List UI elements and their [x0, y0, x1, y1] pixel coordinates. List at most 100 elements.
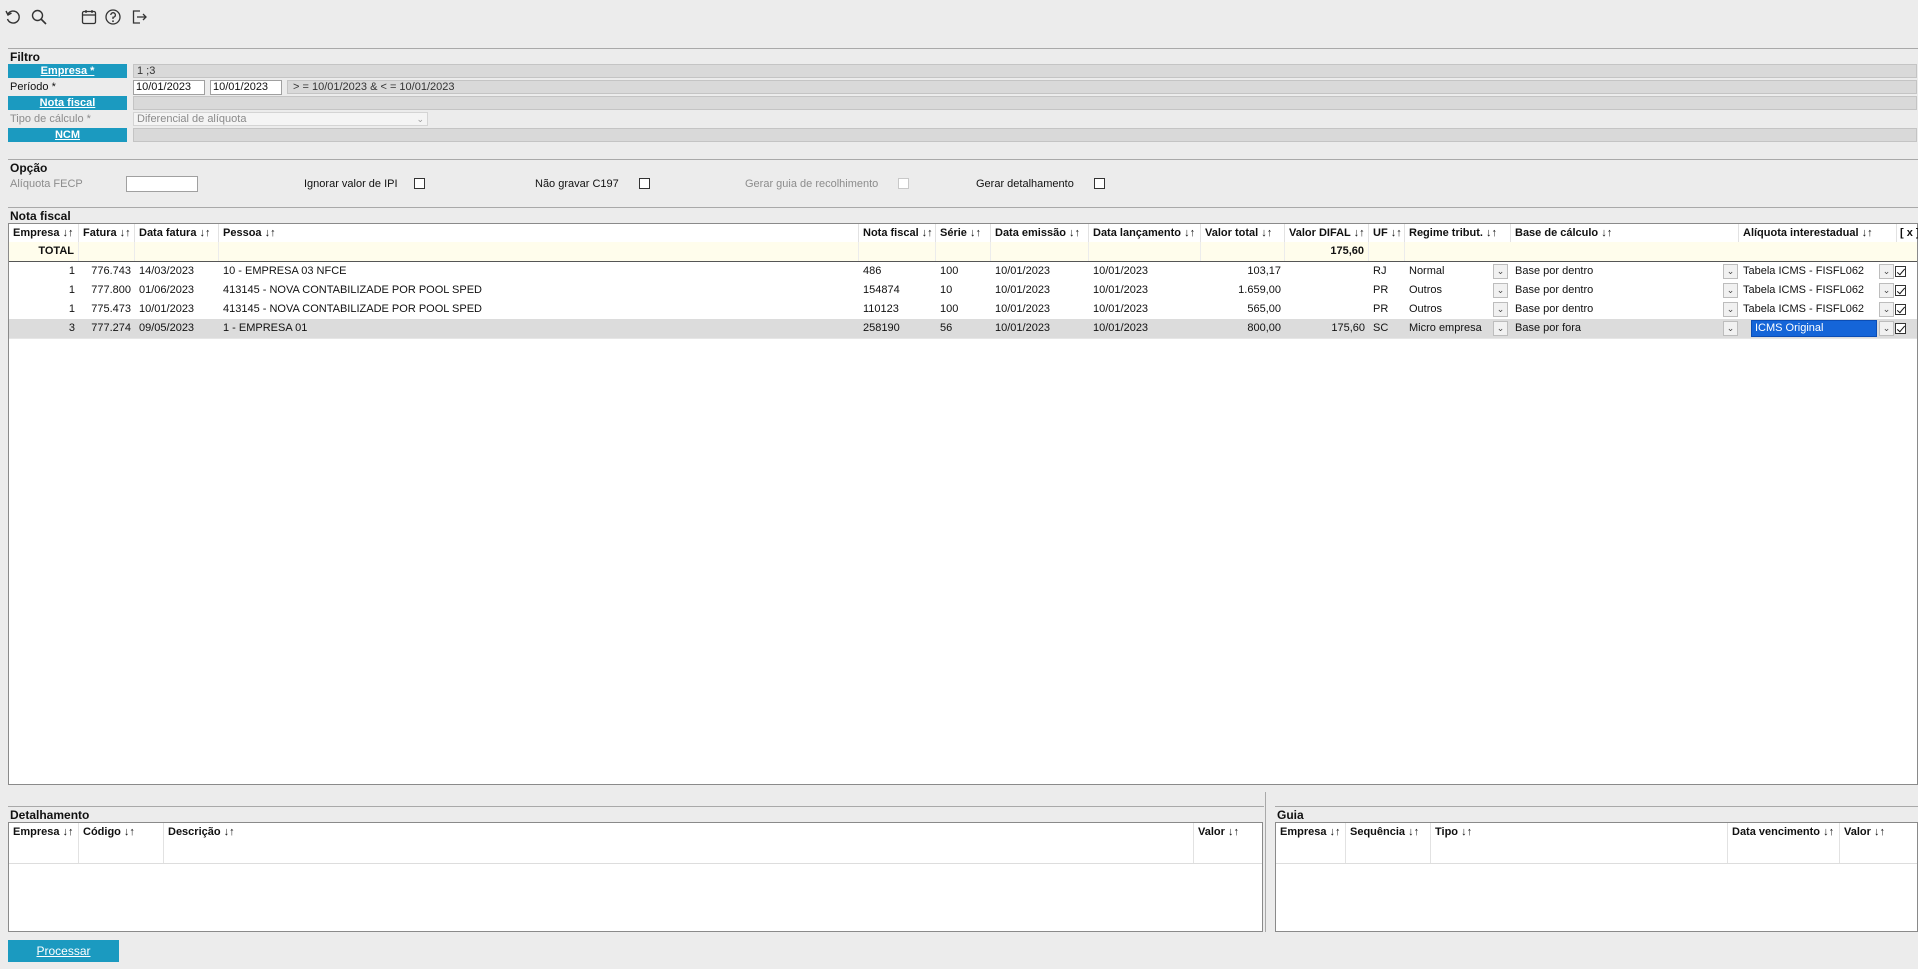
- cell-base[interactable]: Base por dentro: [1511, 262, 1723, 281]
- cell-valor-total: 1.659,00: [1238, 284, 1281, 296]
- cell-nota: 154874: [863, 284, 900, 296]
- cell-aliquota[interactable]: Tabela ICMS - FISFL062: [1739, 262, 1879, 281]
- cell-valor-total: 800,00: [1247, 322, 1281, 334]
- cell-aliquota-focused[interactable]: ICMS Original: [1751, 320, 1877, 337]
- ncm-label-button[interactable]: NCM: [8, 128, 127, 142]
- gerar-guia-checkbox: [898, 178, 909, 189]
- col-codigo[interactable]: Código ↓↑: [79, 823, 164, 863]
- cell-regime[interactable]: Micro empresa: [1405, 319, 1493, 338]
- col-aliquota[interactable]: Alíquota interestadual ↓↑: [1739, 224, 1897, 242]
- col-tipo[interactable]: Tipo ↓↑: [1431, 823, 1728, 863]
- col-valor[interactable]: Valor ↓↑: [1840, 823, 1917, 863]
- periodo-to-input[interactable]: 10/01/2023: [210, 80, 282, 95]
- col-valor[interactable]: Valor ↓↑: [1194, 823, 1262, 863]
- col-uf[interactable]: UF ↓↑: [1369, 224, 1405, 242]
- col-empresa[interactable]: Empresa ↓↑: [9, 224, 79, 242]
- cell-valor-total: 565,00: [1247, 303, 1281, 315]
- cell-uf: PR: [1373, 303, 1389, 315]
- chevron-down-icon[interactable]: ⌄: [1493, 302, 1508, 317]
- cell-lancamento: 10/01/2023: [1093, 322, 1149, 334]
- nao-gravar-c197-label: Não gravar C197: [535, 178, 619, 190]
- col-serie[interactable]: Série ↓↑: [936, 224, 991, 242]
- col-valor-total[interactable]: Valor total ↓↑: [1201, 224, 1285, 242]
- col-sequencia[interactable]: Sequência ↓↑: [1346, 823, 1431, 863]
- cell-lancamento: 10/01/2023: [1093, 284, 1149, 296]
- col-pessoa[interactable]: Pessoa ↓↑: [219, 224, 859, 242]
- col-descricao[interactable]: Descrição ↓↑: [164, 823, 1194, 863]
- col-empresa[interactable]: Empresa ↓↑: [9, 823, 79, 863]
- opcao-title: Opção: [10, 161, 48, 175]
- periodo-from-input[interactable]: 10/01/2023: [133, 80, 205, 95]
- row-checkbox[interactable]: [1895, 285, 1906, 296]
- filtro-divider: [8, 48, 1918, 49]
- calendar-icon[interactable]: [80, 8, 98, 26]
- cell-empresa: 3: [68, 322, 75, 334]
- logout-icon[interactable]: [130, 8, 148, 26]
- chevron-down-icon[interactable]: ⌄: [1723, 321, 1738, 336]
- filtro-title: Filtro: [10, 50, 40, 64]
- chevron-down-icon[interactable]: ⌄: [1493, 283, 1508, 298]
- cell-regime[interactable]: Outros: [1405, 300, 1493, 319]
- nota-fiscal-grid: Empresa ↓↑ Fatura ↓↑ Data fatura ↓↑ Pess…: [8, 223, 1918, 785]
- col-empresa[interactable]: Empresa ↓↑: [1276, 823, 1346, 863]
- cell-base[interactable]: Base por dentro: [1511, 300, 1723, 319]
- chevron-down-icon[interactable]: ⌄: [1493, 321, 1508, 336]
- chevron-down-icon[interactable]: ⌄: [1723, 283, 1738, 298]
- processar-button[interactable]: Processar: [8, 940, 119, 962]
- help-icon[interactable]: [104, 8, 122, 26]
- cell-data-fatura: 01/06/2023: [139, 284, 195, 296]
- cell-pessoa: 413145 - NOVA CONTABILIZADE POR POOL SPE…: [223, 284, 482, 296]
- chevron-down-icon: ⌄: [416, 114, 424, 124]
- chevron-down-icon[interactable]: ⌄: [1723, 264, 1738, 279]
- row-checkbox[interactable]: [1895, 266, 1906, 277]
- refresh-icon[interactable]: [4, 8, 22, 26]
- col-select-all[interactable]: [ x ]: [1897, 224, 1918, 242]
- chevron-down-icon[interactable]: ⌄: [1723, 302, 1738, 317]
- col-nota-fiscal[interactable]: Nota fiscal ↓↑: [859, 224, 936, 242]
- row-checkbox[interactable]: [1895, 323, 1906, 334]
- search-icon[interactable]: [30, 8, 48, 26]
- nota-fiscal-label-button[interactable]: Nota fiscal: [8, 96, 127, 110]
- col-regime[interactable]: Regime tribut. ↓↑: [1405, 224, 1511, 242]
- ignorar-ipi-checkbox[interactable]: [414, 178, 425, 189]
- col-data-vencimento[interactable]: Data vencimento ↓↑: [1728, 823, 1840, 863]
- cell-aliquota[interactable]: Tabela ICMS - FISFL062: [1739, 281, 1879, 300]
- cell-regime[interactable]: Normal: [1405, 262, 1493, 281]
- chevron-down-icon[interactable]: ⌄: [1493, 264, 1508, 279]
- panel-splitter[interactable]: [1265, 792, 1266, 932]
- chevron-down-icon[interactable]: ⌄: [1879, 321, 1894, 336]
- col-base-calculo[interactable]: Base de cálculo ↓↑: [1511, 224, 1739, 242]
- row-checkbox[interactable]: [1895, 304, 1906, 315]
- chevron-down-icon[interactable]: ⌄: [1879, 283, 1894, 298]
- col-valor-difal[interactable]: Valor DIFAL ↓↑: [1285, 224, 1369, 242]
- empresa-label-button[interactable]: Empresa *: [8, 64, 127, 78]
- cell-base[interactable]: Base por fora: [1511, 319, 1723, 338]
- cell-serie: 10: [940, 284, 953, 296]
- col-fatura[interactable]: Fatura ↓↑: [79, 224, 135, 242]
- guia-title: Guia: [1277, 808, 1304, 822]
- guia-header: Empresa ↓↑ Sequência ↓↑ Tipo ↓↑ Data ven…: [1276, 823, 1917, 864]
- col-data-fatura[interactable]: Data fatura ↓↑: [135, 224, 219, 242]
- tipo-calculo-label: Tipo de cálculo *: [10, 113, 91, 125]
- cell-pessoa: 413145 - NOVA CONTABILIZADE POR POOL SPE…: [223, 303, 482, 315]
- periodo-expression: > = 10/01/2023 & < = 10/01/2023: [287, 80, 1917, 94]
- chevron-down-icon[interactable]: ⌄: [1879, 302, 1894, 317]
- toolbar: [0, 0, 1918, 34]
- empresa-field[interactable]: 1 ;3: [133, 64, 1917, 78]
- gerar-detalhamento-checkbox[interactable]: [1094, 178, 1105, 189]
- cell-regime[interactable]: Outros: [1405, 281, 1493, 300]
- table-row[interactable]: 1 775.473 10/01/2023 413145 - NOVA CONTA…: [9, 300, 1917, 320]
- col-data-emissao[interactable]: Data emissão ↓↑: [991, 224, 1089, 242]
- nota-fiscal-field[interactable]: [133, 96, 1917, 110]
- table-row-selected[interactable]: 3 777.274 09/05/2023 1 - EMPRESA 01 2581…: [9, 319, 1917, 339]
- nao-gravar-c197-checkbox[interactable]: [639, 178, 650, 189]
- col-data-lancamento[interactable]: Data lançamento ↓↑: [1089, 224, 1201, 242]
- cell-base[interactable]: Base por dentro: [1511, 281, 1723, 300]
- ncm-field[interactable]: [133, 128, 1917, 142]
- gerar-guia-label: Gerar guia de recolhimento: [745, 178, 879, 190]
- table-row[interactable]: 1 776.743 14/03/2023 10 - EMPRESA 03 NFC…: [9, 262, 1917, 282]
- table-row[interactable]: 1 777.800 01/06/2023 413145 - NOVA CONTA…: [9, 281, 1917, 301]
- cell-aliquota[interactable]: Tabela ICMS - FISFL062: [1739, 300, 1879, 319]
- chevron-down-icon[interactable]: ⌄: [1879, 264, 1894, 279]
- aliquota-fecp-input[interactable]: [126, 176, 198, 192]
